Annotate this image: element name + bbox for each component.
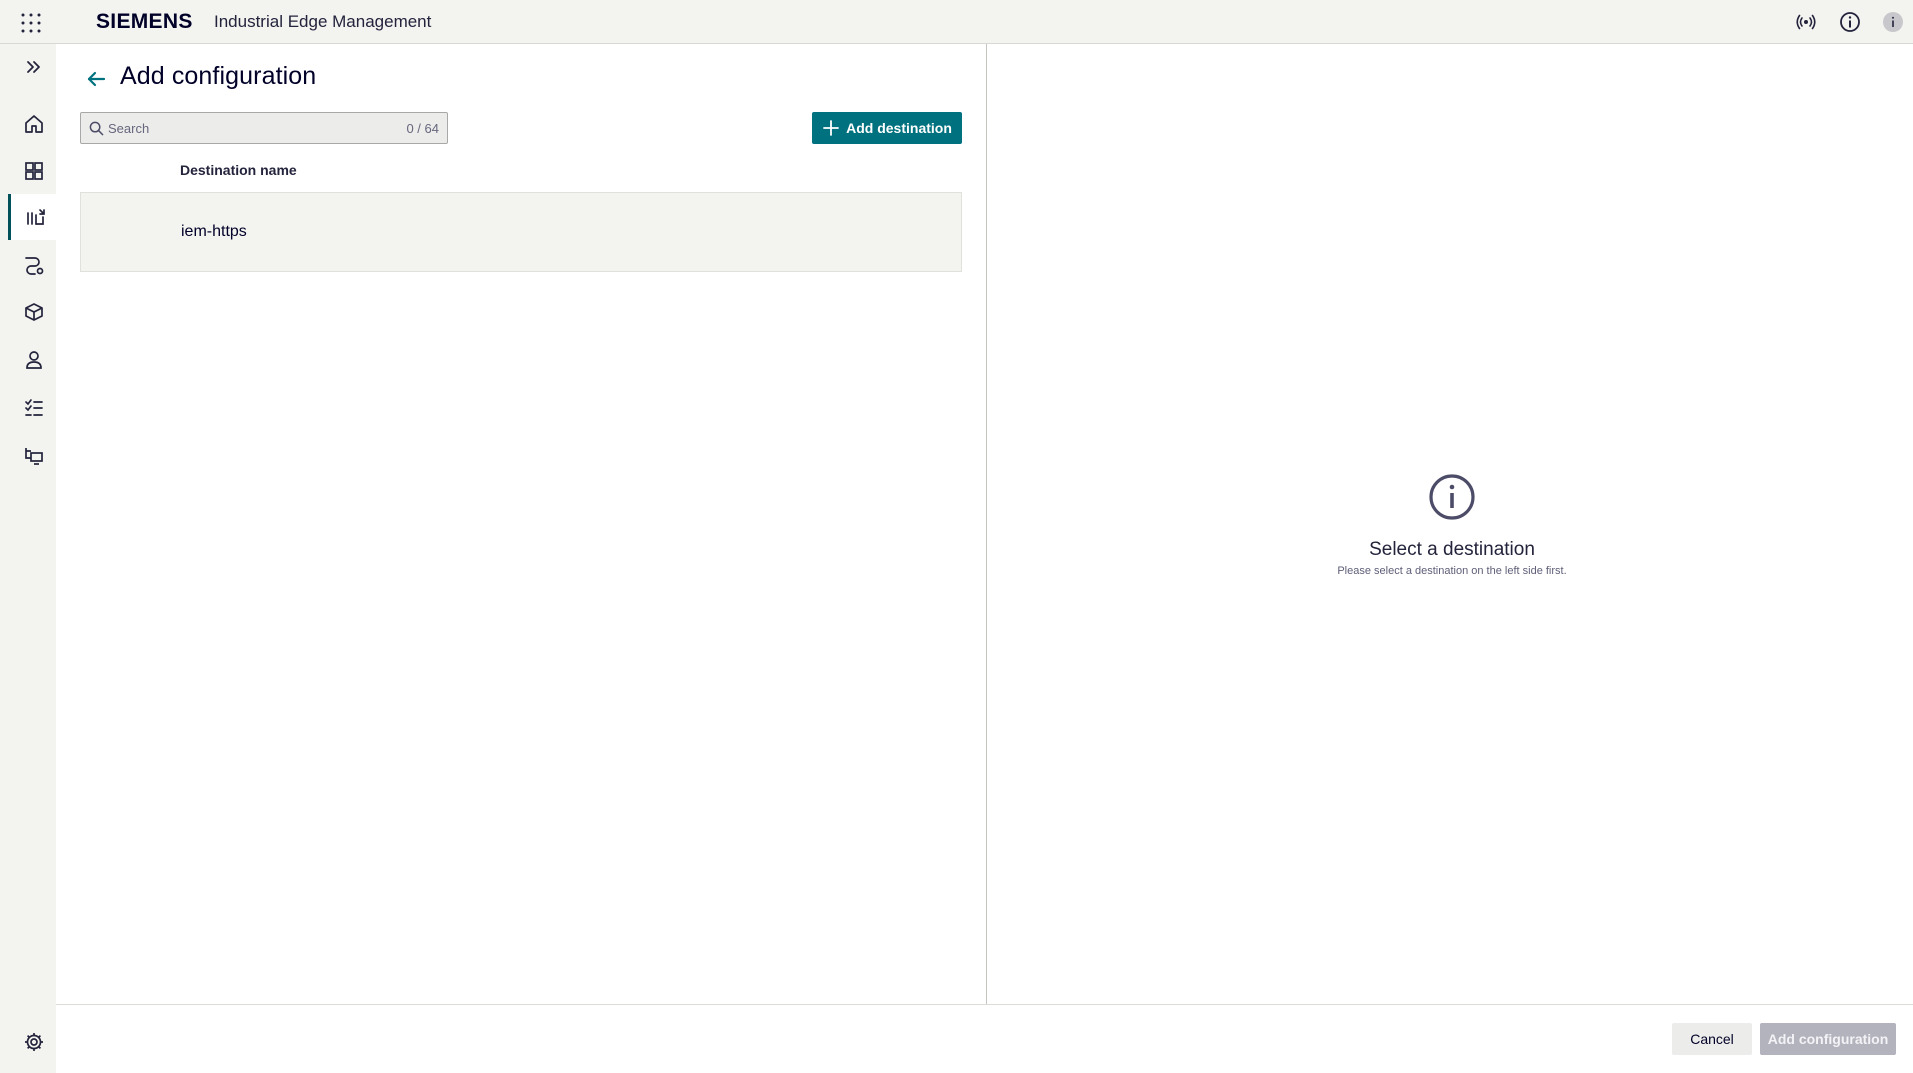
expand-icon	[27, 61, 40, 73]
empty-state-title: Select a destination	[1369, 539, 1535, 560]
plus-icon	[823, 120, 840, 136]
user-info-icon[interactable]	[1882, 11, 1904, 33]
add-configuration-button[interactable]: Add configuration	[1760, 1023, 1896, 1055]
search-result-count: 0 / 64	[406, 121, 439, 136]
add-destination-label: Add destination	[846, 120, 952, 136]
info-circle-icon	[1429, 474, 1475, 520]
page-title: Add configuration	[120, 62, 317, 90]
apps-cube-icon	[25, 303, 43, 321]
empty-state-subtitle: Please select a destination on the left …	[1337, 565, 1567, 577]
user-icon	[26, 351, 42, 369]
edge-devices-icon	[25, 448, 43, 465]
siemens-logo: SIEMENS	[96, 10, 193, 33]
pane-divider	[986, 44, 987, 1005]
expand-nav-button[interactable]	[8, 44, 60, 90]
top-header: SIEMENS Industrial Edge Management	[0, 0, 1913, 44]
nav-item-flows[interactable]	[8, 242, 60, 288]
nav-item-settings[interactable]	[8, 1019, 60, 1065]
home-icon	[25, 115, 43, 133]
nav-item-tasks[interactable]	[8, 385, 60, 431]
flow-icon	[25, 257, 44, 275]
connectivity-status-icon[interactable]	[1795, 11, 1817, 33]
nav-item-devices[interactable]	[8, 433, 60, 479]
cancel-button[interactable]: Cancel	[1672, 1023, 1752, 1055]
about-icon[interactable]	[1839, 11, 1861, 33]
search-input[interactable]	[108, 115, 378, 141]
side-navigation	[0, 44, 60, 1073]
footer-bar	[56, 1004, 1913, 1073]
nav-item-configurations[interactable]	[8, 194, 60, 240]
nav-item-dashboard[interactable]	[8, 148, 60, 194]
data-config-icon	[26, 209, 45, 225]
settings-icon	[25, 1033, 43, 1051]
add-destination-button[interactable]: Add destination	[812, 112, 962, 144]
search-icon	[89, 121, 104, 136]
search-box[interactable]: 0 / 64	[80, 112, 448, 144]
app-name: Industrial Edge Management	[214, 12, 432, 31]
tasks-icon	[25, 399, 43, 416]
back-arrow-icon[interactable]	[84, 67, 108, 91]
nav-item-home[interactable]	[8, 101, 60, 147]
table-row[interactable]: iem-https	[80, 192, 962, 272]
nav-item-apps[interactable]	[8, 289, 60, 335]
dashboard-icon	[25, 162, 43, 180]
app-launcher-icon[interactable]	[20, 12, 42, 34]
destination-name-cell: iem-https	[181, 223, 247, 240]
nav-item-users[interactable]	[8, 337, 60, 383]
column-header-destination-name: Destination name	[180, 162, 297, 178]
